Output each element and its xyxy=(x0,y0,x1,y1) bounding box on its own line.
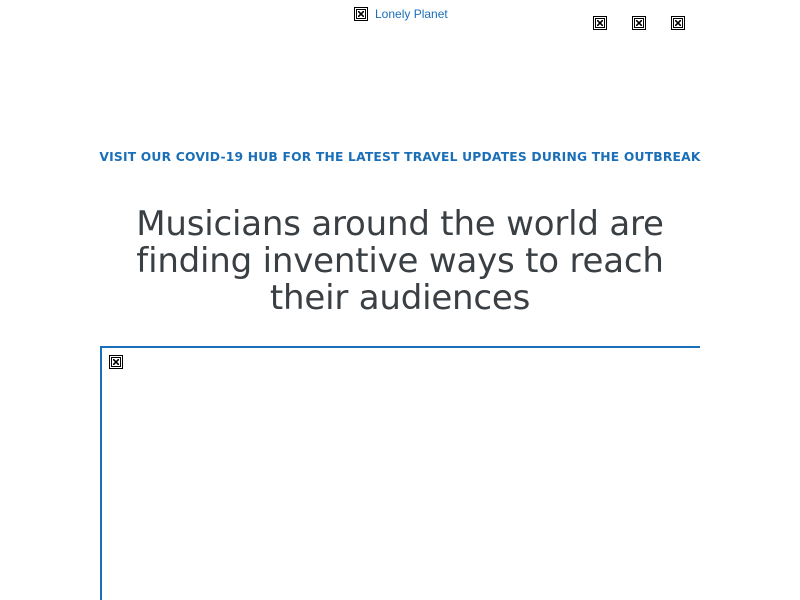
broken-image-icon[interactable] xyxy=(632,16,646,30)
logo-text: Lonely Planet xyxy=(375,7,448,21)
broken-image-icon xyxy=(354,7,368,21)
article-title: Musicians around the world are finding i… xyxy=(136,204,664,318)
broken-image-icon xyxy=(109,355,123,369)
broken-image-icon[interactable] xyxy=(671,16,685,30)
covid-hub-banner-link[interactable]: VISIT OUR COVID-19 HUB FOR THE LATEST TR… xyxy=(0,150,800,164)
broken-image-icon[interactable] xyxy=(593,16,607,30)
hero-media xyxy=(100,346,700,600)
logo-link[interactable]: Lonely Planet xyxy=(354,6,448,22)
